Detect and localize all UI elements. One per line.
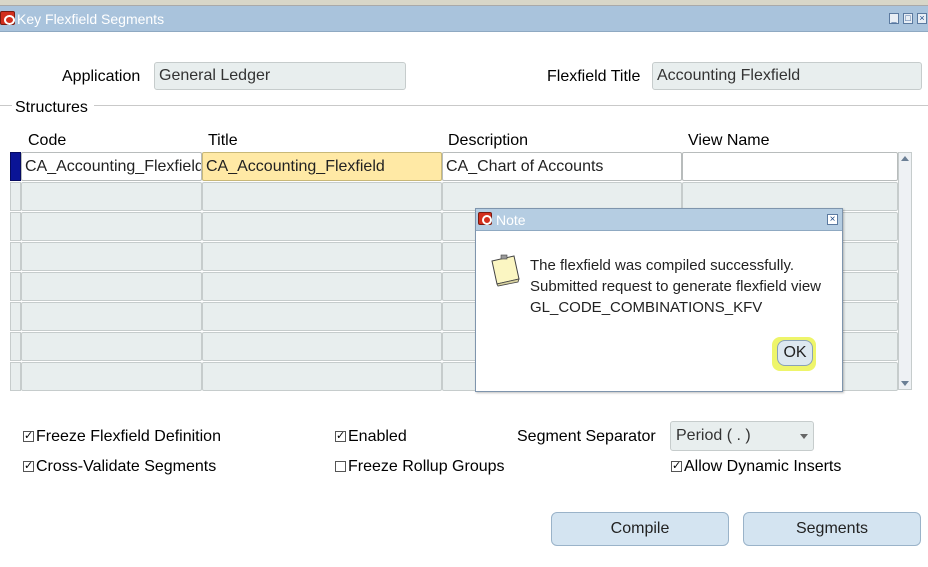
- flexfield-title-field[interactable]: Accounting Flexfield: [652, 62, 922, 90]
- oracle-o-icon: [0, 11, 15, 25]
- close-icon[interactable]: ×: [917, 13, 927, 24]
- freeze-rollup-checkbox[interactable]: [335, 461, 346, 472]
- flexfield-title-label: Flexfield Title: [547, 68, 641, 85]
- row-indicator[interactable]: [10, 272, 21, 301]
- allow-dynamic-inserts-label: Allow Dynamic Inserts: [684, 458, 842, 475]
- cell-title-empty[interactable]: [202, 212, 442, 241]
- column-header-view-name: View Name: [688, 132, 770, 149]
- compile-button[interactable]: Compile: [551, 512, 729, 546]
- cell-view-name-empty[interactable]: [682, 182, 898, 211]
- row-indicator[interactable]: [10, 362, 21, 391]
- ok-button[interactable]: OK: [777, 340, 813, 366]
- cell-title-empty[interactable]: [202, 182, 442, 211]
- note-message: The flexfield was compiled successfully.…: [530, 255, 821, 318]
- scroll-up-icon[interactable]: [901, 156, 909, 161]
- row-indicator[interactable]: [10, 212, 21, 241]
- enabled-label: Enabled: [348, 428, 407, 445]
- cell-code-empty[interactable]: [21, 302, 202, 331]
- window-title: Key Flexfield Segments: [17, 11, 165, 27]
- scroll-down-icon[interactable]: [901, 381, 909, 386]
- close-icon[interactable]: ×: [827, 214, 838, 225]
- minimize-icon[interactable]: _: [889, 13, 899, 24]
- grid-vertical-scrollbar[interactable]: [898, 152, 912, 390]
- cell-code-empty[interactable]: [21, 242, 202, 271]
- cell-description[interactable]: CA_Chart of Accounts: [442, 152, 682, 181]
- row-indicator-active[interactable]: [10, 152, 21, 181]
- note-message-line3: GL_CODE_COMBINATIONS_KFV: [530, 299, 763, 316]
- allow-dynamic-inserts-checkbox[interactable]: ✓: [671, 461, 682, 472]
- cross-validate-label: Cross-Validate Segments: [36, 458, 217, 475]
- freeze-rollup-label: Freeze Rollup Groups: [348, 458, 505, 475]
- chevron-down-icon: [800, 434, 808, 439]
- cell-code-empty[interactable]: [21, 212, 202, 241]
- application-field[interactable]: General Ledger: [154, 62, 406, 90]
- row-indicator[interactable]: [10, 242, 21, 271]
- row-indicator[interactable]: [10, 302, 21, 331]
- application-label: Application: [62, 68, 141, 85]
- cell-code[interactable]: CA_Accounting_Flexfield: [21, 152, 202, 181]
- cell-code-empty[interactable]: [21, 272, 202, 301]
- oracle-o-icon: [478, 212, 492, 225]
- note-dialog-title: Note: [496, 212, 526, 228]
- cell-view-name[interactable]: [682, 152, 898, 181]
- cell-code-empty[interactable]: [21, 362, 202, 391]
- freeze-definition-label: Freeze Flexfield Definition: [36, 428, 221, 445]
- maximize-icon[interactable]: □: [903, 13, 913, 24]
- column-header-code: Code: [28, 132, 67, 149]
- note-dialog: Note × The flexfield was compiled succes…: [475, 208, 843, 392]
- structures-divider: [94, 105, 928, 106]
- structures-divider-left: [0, 105, 12, 106]
- note-dialog-titlebar: Note ×: [476, 209, 842, 231]
- cell-title-empty[interactable]: [202, 272, 442, 301]
- column-header-title: Title: [208, 132, 238, 149]
- structures-section-label: Structures: [15, 99, 88, 116]
- cell-title-empty[interactable]: [202, 242, 442, 271]
- note-message-line2: Submitted request to generate flexfield …: [530, 278, 821, 295]
- segment-separator-value: Period ( . ): [676, 427, 751, 444]
- segments-button[interactable]: Segments: [743, 512, 921, 546]
- cell-title-empty[interactable]: [202, 362, 442, 391]
- note-message-line1: The flexfield was compiled successfully.: [530, 257, 794, 274]
- enabled-checkbox[interactable]: ✓: [335, 431, 346, 442]
- row-indicator[interactable]: [10, 182, 21, 211]
- cell-title-empty[interactable]: [202, 332, 442, 361]
- cell-title[interactable]: CA_Accounting_Flexfield: [202, 152, 442, 181]
- cross-validate-checkbox[interactable]: ✓: [23, 461, 34, 472]
- row-indicator[interactable]: [10, 332, 21, 361]
- cell-code-empty[interactable]: [21, 182, 202, 211]
- segment-separator-label: Segment Separator: [517, 428, 656, 445]
- window-titlebar: Key Flexfield Segments _ □ ×: [0, 6, 928, 32]
- segment-separator-select[interactable]: Period ( . ): [670, 421, 814, 451]
- cell-description-empty[interactable]: [442, 182, 682, 211]
- cell-title-empty[interactable]: [202, 302, 442, 331]
- freeze-definition-checkbox[interactable]: ✓: [23, 431, 34, 442]
- cell-code-empty[interactable]: [21, 332, 202, 361]
- note-paper-icon: [491, 254, 520, 287]
- column-header-description: Description: [448, 132, 529, 149]
